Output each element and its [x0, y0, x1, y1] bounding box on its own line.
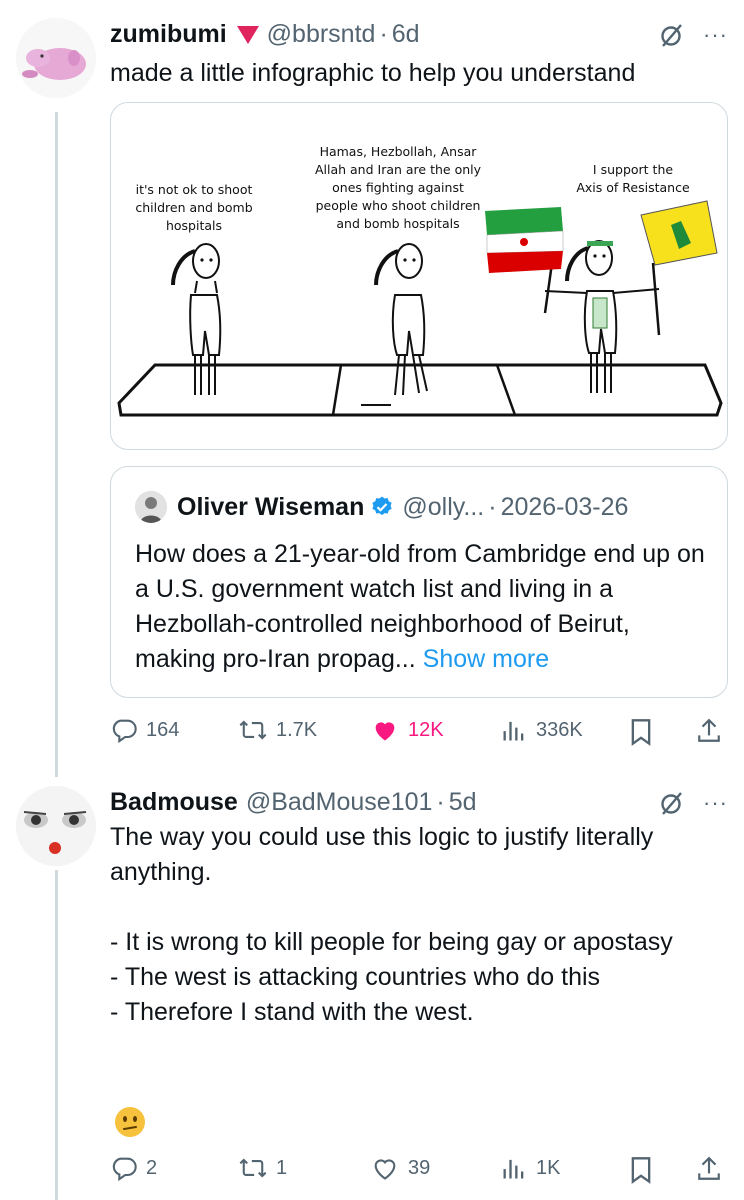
show-more-link[interactable]: Show more	[423, 645, 549, 673]
caption-left: it's not ok to shoot children and bomb h…	[135, 182, 253, 233]
like-count: 12K	[408, 718, 444, 741]
reply-button[interactable]: 164	[110, 716, 179, 744]
verified-icon	[372, 496, 392, 516]
avatar[interactable]	[16, 18, 96, 98]
separator: ·	[379, 20, 388, 48]
views-icon	[503, 721, 524, 741]
repost-icon	[239, 720, 267, 740]
like-button[interactable]: 12K	[370, 716, 444, 744]
repost-icon	[239, 1158, 267, 1178]
display-name[interactable]: Badmouse	[110, 788, 238, 817]
views-count: 336K	[536, 718, 583, 741]
avatar[interactable]	[16, 786, 96, 866]
quoted-avatar[interactable]	[135, 491, 167, 523]
like-count: 39	[408, 1156, 431, 1179]
bookmark-icon[interactable]	[628, 718, 654, 746]
more-options-icon[interactable]: ···	[703, 22, 728, 48]
reply-count: 164	[146, 718, 180, 741]
like-icon	[375, 722, 395, 741]
reply-count: 2	[146, 1156, 158, 1179]
separator: ·	[488, 492, 497, 521]
post-header: Badmouse @BadMouse101 · 5d	[110, 788, 477, 817]
thread-line	[55, 112, 58, 777]
caption-middle: Hamas, Hezbollah, Ansar Allah and Iran a…	[314, 144, 482, 231]
reply-icon	[112, 719, 137, 744]
thread-line	[55, 870, 58, 1200]
user-handle[interactable]: @bbrsntd	[267, 20, 376, 49]
quoted-post[interactable]: Oliver Wiseman @olly... · 2026-03-26 How…	[110, 466, 728, 698]
quoted-post-header: Oliver Wiseman @olly... · 2026-03-26	[135, 491, 628, 523]
post-header: zumibumi @bbrsntd · 6d	[110, 20, 420, 49]
quoted-text: How does a 21-year-old from Cambridge en…	[135, 537, 705, 677]
timestamp[interactable]: 5d	[449, 788, 477, 817]
bookmark-icon[interactable]	[628, 1156, 654, 1184]
user-handle[interactable]: @BadMouse101	[246, 788, 433, 817]
display-name[interactable]: zumibumi	[110, 20, 227, 49]
repost-button[interactable]: 1.7K	[238, 716, 317, 744]
views-button[interactable]: 336K	[500, 716, 583, 744]
post-top-actions: ···	[659, 790, 728, 816]
post-actions: 164 1.7K 12K 336K	[110, 710, 730, 750]
timestamp[interactable]: 6d	[392, 20, 420, 49]
reply-button[interactable]: 2	[110, 1154, 157, 1182]
repost-count: 1.7K	[276, 718, 318, 741]
views-icon	[503, 1159, 524, 1179]
post-text: made a little infographic to help you un…	[110, 59, 636, 87]
more-options-icon[interactable]: ···	[703, 790, 728, 816]
separator: ·	[436, 788, 445, 816]
share-icon[interactable]	[696, 716, 722, 746]
grok-icon[interactable]	[659, 22, 685, 48]
red-triangle-icon	[236, 26, 259, 44]
caption-right: I support the Axis of Resistance	[576, 162, 690, 195]
share-icon[interactable]	[696, 1154, 722, 1184]
quoted-body: How does a 21-year-old from Cambridge en…	[135, 540, 705, 673]
reply-icon	[112, 1157, 137, 1182]
post-top-actions: ···	[659, 22, 728, 48]
like-icon	[374, 1159, 396, 1180]
confused-face-emoji	[115, 1107, 145, 1137]
post-actions: 2 1 39 1K	[110, 1150, 730, 1190]
repost-count: 1	[276, 1156, 288, 1179]
views-count: 1K	[536, 1156, 561, 1179]
quoted-timestamp[interactable]: 2026-03-26	[501, 493, 629, 522]
repost-button[interactable]: 1	[238, 1154, 287, 1182]
quoted-display-name[interactable]: Oliver Wiseman	[177, 493, 364, 522]
post-text: The way you could use this logic to just…	[110, 823, 673, 1026]
quoted-handle[interactable]: @olly...	[402, 493, 484, 522]
like-button[interactable]: 39	[370, 1154, 430, 1182]
grok-icon[interactable]	[659, 790, 685, 816]
infographic-image[interactable]: it's not ok to shoot children and bomb h…	[110, 102, 728, 450]
views-button[interactable]: 1K	[500, 1154, 560, 1182]
